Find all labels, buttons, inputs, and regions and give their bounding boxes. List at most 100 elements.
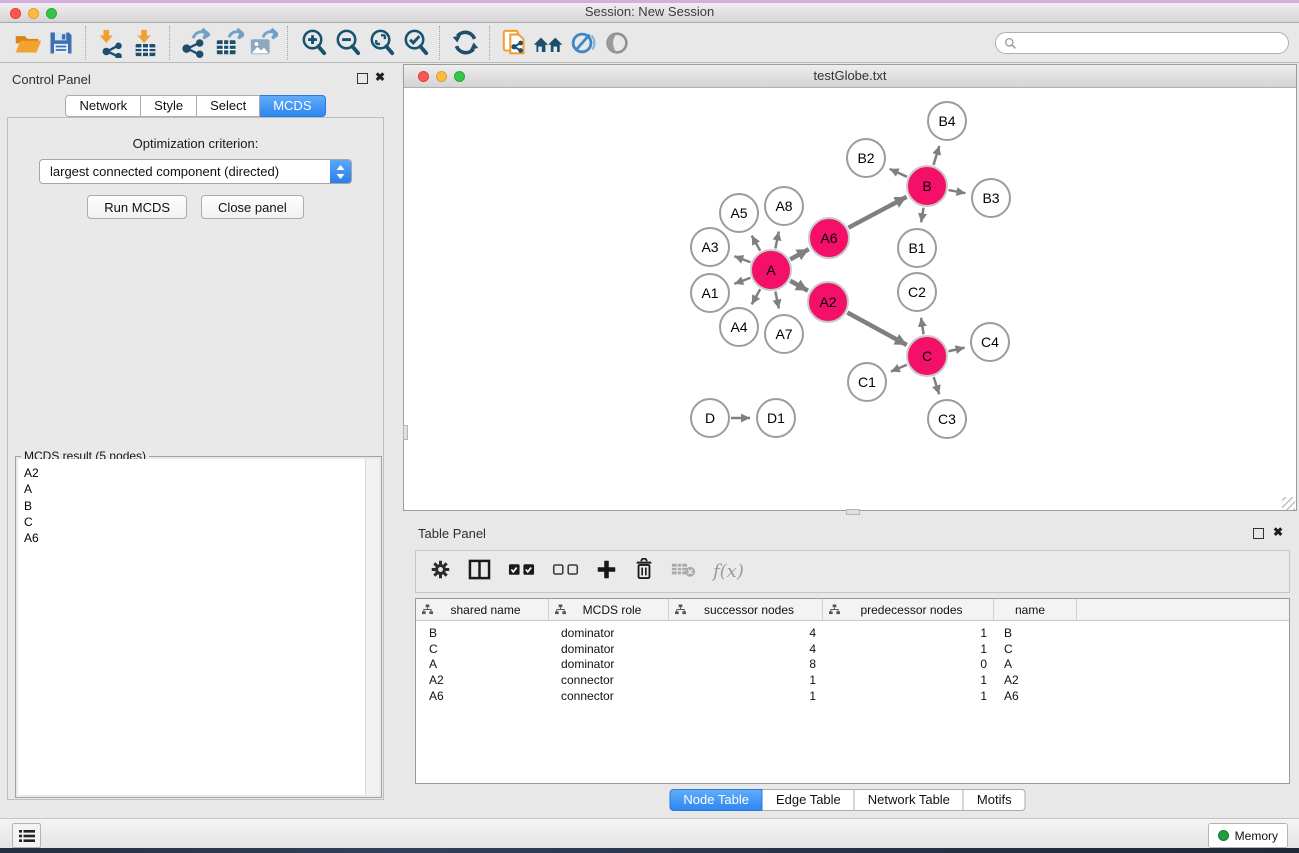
deselect-all-icon (552, 563, 579, 576)
table-row[interactable]: C dominator 4 1 C (416, 641, 1289, 657)
graph-node-C2[interactable]: C2 (897, 272, 937, 312)
import-network-button[interactable] (94, 26, 128, 60)
graph-node-A3[interactable]: A3 (690, 227, 730, 267)
memory-button[interactable]: Memory (1208, 823, 1288, 848)
column-header-shared-name[interactable]: shared name (416, 599, 549, 620)
tab-motifs[interactable]: Motifs (964, 789, 1026, 811)
table-settings-button[interactable] (430, 559, 451, 585)
graph-node-B[interactable]: B (906, 165, 948, 207)
result-item[interactable]: A2 (18, 465, 379, 481)
delete-table-button[interactable] (671, 561, 696, 583)
open-session-button[interactable] (10, 26, 44, 60)
result-item[interactable]: B (18, 498, 379, 514)
graph-node-A7[interactable]: A7 (764, 314, 804, 354)
toolbar-separator (85, 26, 87, 60)
task-history-button[interactable] (12, 823, 41, 848)
graph-node-A4[interactable]: A4 (719, 307, 759, 347)
search-icon (1004, 37, 1017, 50)
mcds-result-box: MCDS result (5 nodes) A2 A B C A6 (15, 456, 382, 798)
tab-mcds[interactable]: MCDS (260, 95, 325, 117)
run-mcds-button[interactable]: Run MCDS (87, 195, 187, 219)
resize-grip[interactable] (1282, 497, 1295, 510)
result-item[interactable]: A6 (18, 530, 379, 546)
export-network-button[interactable] (178, 26, 212, 60)
tab-node-table[interactable]: Node Table (669, 789, 763, 811)
splitter-handle-bottom[interactable] (846, 509, 860, 515)
function-builder-button[interactable]: f(x) (713, 561, 744, 582)
tab-edge-table[interactable]: Edge Table (763, 789, 855, 811)
close-panel-button[interactable]: Close panel (201, 195, 304, 219)
splitter-handle-left[interactable] (403, 425, 408, 440)
open-recent-button[interactable] (532, 26, 566, 60)
zoom-selected-icon (400, 27, 431, 58)
search-input[interactable] (1021, 33, 1288, 53)
zoom-selected-button[interactable] (398, 26, 432, 60)
tab-network[interactable]: Network (65, 95, 141, 117)
show-graphics-details-button[interactable] (600, 26, 634, 60)
graph-node-B4[interactable]: B4 (927, 101, 967, 141)
column-header-mcds-role[interactable]: MCDS role (549, 599, 669, 620)
save-session-button[interactable] (44, 26, 78, 60)
tab-style[interactable]: Style (141, 95, 197, 117)
toolbar-separator (287, 26, 289, 60)
graph-node-C[interactable]: C (906, 335, 948, 377)
graph-node-A[interactable]: A (750, 249, 792, 291)
duplicate-network-button[interactable] (498, 26, 532, 60)
add-column-button[interactable] (596, 559, 617, 585)
show-columns-button[interactable] (468, 559, 491, 585)
deselect-all-button[interactable] (552, 563, 579, 581)
network-graph-nodes: A A1 A2 A3 A4 A5 A6 A7 A8 B B1 B2 B3B4 C C1 C2 C3C4 D D1 (404, 88, 1296, 511)
zoom-out-icon (332, 27, 363, 58)
column-header-predecessor-nodes[interactable]: predecessor nodes (823, 599, 994, 620)
column-header-name[interactable]: name (994, 599, 1077, 620)
zoom-out-button[interactable] (330, 26, 364, 60)
tab-network-table[interactable]: Network Table (855, 789, 964, 811)
graph-node-A1[interactable]: A1 (690, 273, 730, 313)
graph-node-B1[interactable]: B1 (897, 228, 937, 268)
graph-node-A8[interactable]: A8 (764, 186, 804, 226)
close-panel-icon[interactable]: ✖ (375, 70, 385, 84)
network-canvas[interactable]: A A1 A2 A3 A4 A5 A6 A7 A8 B B1 B2 B3B4 C C1 C2 C3C4 D D1 (404, 88, 1296, 511)
table-row[interactable]: A6 connector 1 1 A6 (416, 688, 1289, 704)
tab-select[interactable]: Select (197, 95, 260, 117)
import-table-button[interactable] (128, 26, 162, 60)
hide-details-icon (568, 28, 598, 58)
close-table-panel-icon[interactable]: ✖ (1273, 525, 1283, 539)
table-header-row: shared name MCDS role successor nodes pr… (416, 599, 1289, 621)
graph-node-B2[interactable]: B2 (846, 138, 886, 178)
network-window-titlebar[interactable]: testGlobe.txt (404, 65, 1296, 88)
search-field[interactable] (995, 32, 1289, 54)
result-item[interactable]: C (18, 514, 379, 530)
graph-node-A6[interactable]: A6 (808, 217, 850, 259)
float-table-panel-icon[interactable] (1253, 528, 1264, 539)
import-table-icon (130, 28, 160, 58)
graph-node-C3[interactable]: C3 (927, 399, 967, 439)
table-row[interactable]: A2 connector 1 1 A2 (416, 672, 1289, 688)
graph-node-A2[interactable]: A2 (807, 281, 849, 323)
zoom-fit-button[interactable] (364, 26, 398, 60)
table-body: B dominator 4 1 B C dominator 4 1 C A do… (416, 621, 1289, 703)
refresh-layout-button[interactable] (448, 26, 482, 60)
mcds-result-list[interactable]: A2 A B C A6 (18, 459, 379, 795)
table-panel-title: Table Panel (418, 526, 486, 541)
eye-icon (602, 28, 632, 58)
graph-node-A5[interactable]: A5 (719, 193, 759, 233)
graph-node-C4[interactable]: C4 (970, 322, 1010, 362)
result-scrollbar[interactable] (365, 459, 379, 795)
column-header-successor-nodes[interactable]: successor nodes (669, 599, 823, 620)
result-item[interactable]: A (18, 481, 379, 497)
graph-node-D[interactable]: D (690, 398, 730, 438)
delete-column-button[interactable] (634, 558, 654, 585)
graph-node-C1[interactable]: C1 (847, 362, 887, 402)
export-image-button[interactable] (246, 26, 280, 60)
graph-node-D1[interactable]: D1 (756, 398, 796, 438)
hide-graphics-details-button[interactable] (566, 26, 600, 60)
optimization-criterion-select[interactable]: largest connected component (directed) (39, 159, 352, 184)
select-all-button[interactable] (508, 563, 535, 581)
table-row[interactable]: A dominator 8 0 A (416, 656, 1289, 672)
export-table-button[interactable] (212, 26, 246, 60)
float-panel-icon[interactable] (357, 73, 368, 84)
table-row[interactable]: B dominator 4 1 B (416, 625, 1289, 641)
graph-node-B3[interactable]: B3 (971, 178, 1011, 218)
zoom-in-button[interactable] (296, 26, 330, 60)
